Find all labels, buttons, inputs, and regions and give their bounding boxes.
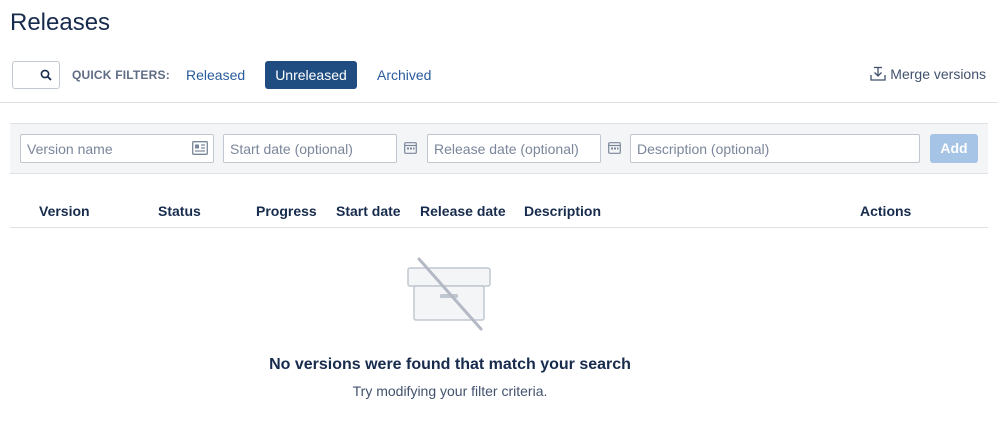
filter-released[interactable]: Released xyxy=(186,67,245,83)
start-date-input[interactable] xyxy=(223,134,397,163)
merge-icon xyxy=(870,66,886,81)
calendar-icon[interactable] xyxy=(404,141,417,154)
quick-filters-label: QUICK FILTERS: xyxy=(72,68,170,82)
release-date-input[interactable] xyxy=(427,134,601,163)
column-header-progress: Progress xyxy=(256,203,317,219)
filter-archived[interactable]: Archived xyxy=(377,67,431,83)
page-title: Releases xyxy=(10,9,111,36)
version-name-input[interactable] xyxy=(20,134,214,163)
column-header-status: Status xyxy=(158,203,201,219)
merge-versions-label: Merge versions xyxy=(890,66,986,82)
table-header-rule xyxy=(10,227,988,228)
column-header-version: Version xyxy=(39,203,90,219)
header-divider xyxy=(0,102,998,103)
column-header-start-date: Start date xyxy=(336,203,401,219)
contact-card-icon xyxy=(192,141,208,155)
empty-state-title: No versions were found that match your s… xyxy=(269,356,631,373)
add-button[interactable]: Add xyxy=(930,134,978,163)
empty-box-icon xyxy=(407,257,491,331)
column-header-description: Description xyxy=(524,203,602,219)
filter-unreleased[interactable]: Unreleased xyxy=(265,61,357,89)
search-icon xyxy=(40,69,52,81)
merge-versions-button[interactable]: Merge versions xyxy=(870,66,986,82)
search-input[interactable] xyxy=(12,61,60,89)
empty-state-subtitle: Try modifying your filter criteria. xyxy=(352,383,548,399)
column-header-release-date: Release date xyxy=(420,203,506,219)
calendar-icon[interactable] xyxy=(608,141,621,154)
column-header-actions: Actions xyxy=(860,203,912,219)
description-input[interactable] xyxy=(630,134,920,163)
